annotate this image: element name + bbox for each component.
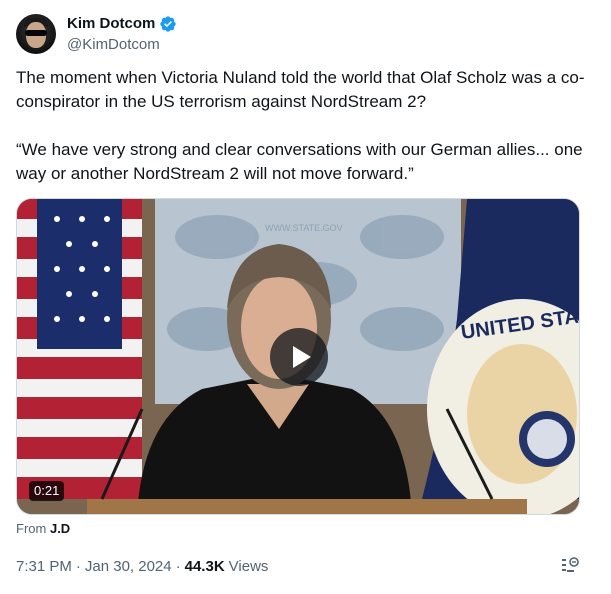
verified-badge-icon [160, 15, 177, 32]
grok-icon[interactable] [560, 556, 580, 576]
tweet-date[interactable]: Jan 30, 2024 [85, 557, 172, 577]
author-handle[interactable]: @KimDotcom [67, 35, 177, 55]
name-row: Kim Dotcom [67, 14, 177, 34]
views-count: 44.3K [184, 558, 225, 575]
play-button[interactable] [270, 328, 328, 386]
video-source-prefix: From [16, 521, 47, 536]
author-display-name[interactable]: Kim Dotcom [67, 14, 155, 34]
views-label: Views [228, 558, 269, 575]
tweet-text: The moment when Victoria Nuland told the… [16, 68, 585, 183]
avatar-glasses [25, 30, 47, 36]
tweet-header: Kim Dotcom @KimDotcom [16, 12, 596, 56]
play-icon [292, 346, 311, 368]
video-player[interactable]: WWW.STATE.GOV UNITED STA 0:21 [16, 198, 580, 515]
tweet-time[interactable]: 7:31 PM [16, 557, 72, 577]
avatar[interactable] [16, 14, 56, 54]
author-names: Kim Dotcom @KimDotcom [67, 14, 177, 55]
meta-separator: · [175, 558, 181, 575]
tweet-meta: 7:31 PM · Jan 30, 2024 · 44.3K Views [16, 557, 268, 577]
meta-separator: · [75, 558, 81, 575]
backdrop-watermark: WWW.STATE.GOV [265, 223, 343, 233]
video-source-name[interactable]: J.D [50, 521, 70, 536]
video-duration: 0:21 [29, 481, 65, 501]
video-source: From J.D [16, 520, 70, 538]
